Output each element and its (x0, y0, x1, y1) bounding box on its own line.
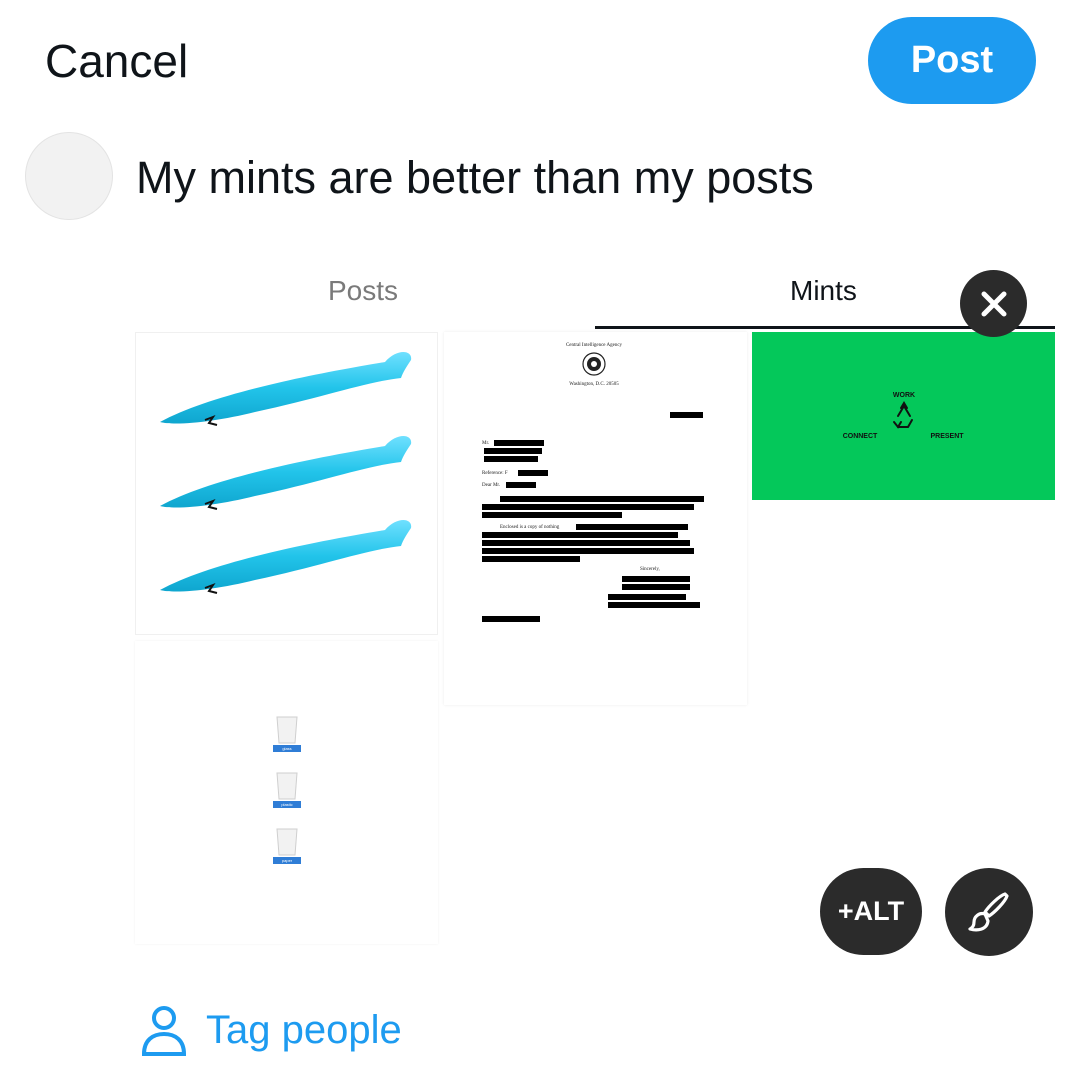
letter-to: Mr. (482, 441, 489, 446)
fish-shape (160, 520, 412, 594)
recycle-icon (893, 401, 913, 429)
tab-posts: Posts (328, 275, 399, 306)
grid-tile-redacted-letter: Central Intelligence Agency Washington, … (444, 332, 747, 705)
close-icon (981, 291, 1006, 316)
cup-label: paper (282, 858, 293, 863)
grid-tile-green: WORK CONNECT PRESENT (752, 332, 1055, 500)
letter-agency: Central Intelligence Agency (566, 343, 623, 348)
tab-mints: Mints (790, 275, 857, 306)
letter-closing: Sincerely, (640, 567, 660, 572)
add-alt-text-button[interactable]: +ALT (820, 868, 922, 955)
grid-tile-cups: glass plastic paper (135, 641, 438, 944)
post-button[interactable]: Post (868, 17, 1036, 104)
cancel-button[interactable]: Cancel (45, 34, 188, 88)
green-label-top: WORK (893, 392, 915, 399)
letter-address: Washington, D.C. 20505 (569, 382, 619, 387)
cup-icon: plastic (273, 772, 301, 808)
letter-dear: Dear Mr. (482, 483, 500, 488)
avatar (25, 132, 113, 220)
letter-reference: Reference: F (482, 471, 508, 476)
attached-media-image: Posts Mints Central Intelligence Agency … (135, 265, 1055, 945)
green-label-left: CONNECT (843, 433, 878, 440)
fish-shape (160, 436, 412, 510)
edit-media-button[interactable] (945, 868, 1033, 956)
tag-people-label: Tag people (206, 1007, 402, 1052)
remove-media-button[interactable] (960, 270, 1027, 337)
person-icon (141, 1006, 187, 1056)
fish-shape (160, 352, 412, 426)
cup-icon: glass (273, 716, 301, 752)
cia-seal-icon (582, 352, 606, 376)
green-label-right: PRESENT (930, 433, 964, 440)
cup-label: plastic (281, 802, 292, 807)
grid-tile-fish (135, 332, 438, 635)
letter-body: Enclosed is a copy of nothing (500, 525, 560, 530)
tag-people-button[interactable]: Tag people (140, 1002, 402, 1058)
paintbrush-icon (968, 892, 1009, 932)
cup-icon: paper (273, 828, 301, 864)
compose-text[interactable]: My mints are better than my posts (136, 152, 814, 204)
cup-label: glass (282, 746, 291, 751)
